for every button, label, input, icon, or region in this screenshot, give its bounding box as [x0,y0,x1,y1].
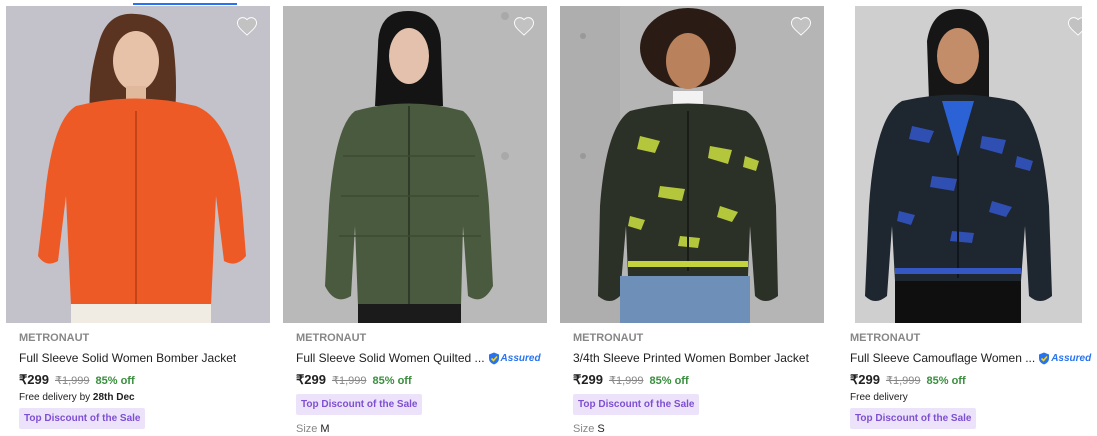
original-price: ₹1,999 [331,375,367,387]
product-title[interactable]: Full Sleeve Solid Women Bomber Jacket [19,351,269,366]
delivery-info: Free delivery [850,392,908,403]
selling-price: ₹299 [19,372,49,387]
product-card[interactable]: METRONAUT Full Sleeve Solid Women Bomber… [6,6,270,433]
delivery-info: Free delivery by 28th Dec [19,392,135,403]
product-brand: METRONAUT [19,332,90,344]
wishlist-heart-icon[interactable] [1067,16,1082,36]
size-info: Size M [296,423,330,435]
product-brand: METRONAUT [850,332,921,344]
sale-badge: Top Discount of the Sale [19,408,146,429]
discount-percent: 85% off [649,375,689,387]
sale-badge: Top Discount of the Sale [850,408,977,429]
wishlist-heart-icon[interactable] [513,16,535,36]
discount-percent: 85% off [372,375,412,387]
product-title[interactable]: Full Sleeve Solid Women Quilted ... Assu… [296,351,546,366]
selling-price: ₹299 [296,372,326,387]
price-row: ₹299 ₹1,999 85% off [19,372,269,388]
price-row: ₹299 ₹1,999 85% off [573,372,823,388]
wishlist-heart-icon[interactable] [790,16,812,36]
product-image[interactable] [837,6,1082,323]
assured-badge: Assured [1038,351,1091,366]
product-card[interactable]: METRONAUT 3/4th Sleeve Printed Women Bom… [560,6,824,435]
original-price: ₹1,999 [54,375,90,387]
size-info: Size S [573,423,605,435]
product-title[interactable]: Full Sleeve Camouflage Women ... Assured [850,351,1097,366]
original-price: ₹1,999 [885,375,921,387]
selling-price: ₹299 [850,372,880,387]
product-image[interactable] [6,6,270,323]
assured-shield-icon [1039,352,1050,365]
active-tab-indicator [133,3,237,5]
product-card[interactable]: METRONAUT Full Sleeve Camouflage Women .… [837,6,1097,433]
product-title[interactable]: 3/4th Sleeve Printed Women Bomber Jacket [573,351,823,366]
price-row: ₹299 ₹1,999 85% off [850,372,1097,388]
wishlist-heart-icon[interactable] [236,16,258,36]
price-row: ₹299 ₹1,999 85% off [296,372,546,388]
sale-badge: Top Discount of the Sale [296,394,423,415]
product-brand: METRONAUT [296,332,367,344]
original-price: ₹1,999 [608,375,644,387]
product-brand: METRONAUT [573,332,644,344]
sale-badge: Top Discount of the Sale [573,394,700,415]
discount-percent: 85% off [926,375,966,387]
product-image[interactable] [283,6,547,323]
product-image[interactable] [560,6,824,323]
discount-percent: 85% off [95,375,135,387]
product-card[interactable]: METRONAUT Full Sleeve Solid Women Quilte… [283,6,547,435]
assured-badge: Assured [488,351,541,366]
assured-shield-icon [488,352,499,365]
selling-price: ₹299 [573,372,603,387]
